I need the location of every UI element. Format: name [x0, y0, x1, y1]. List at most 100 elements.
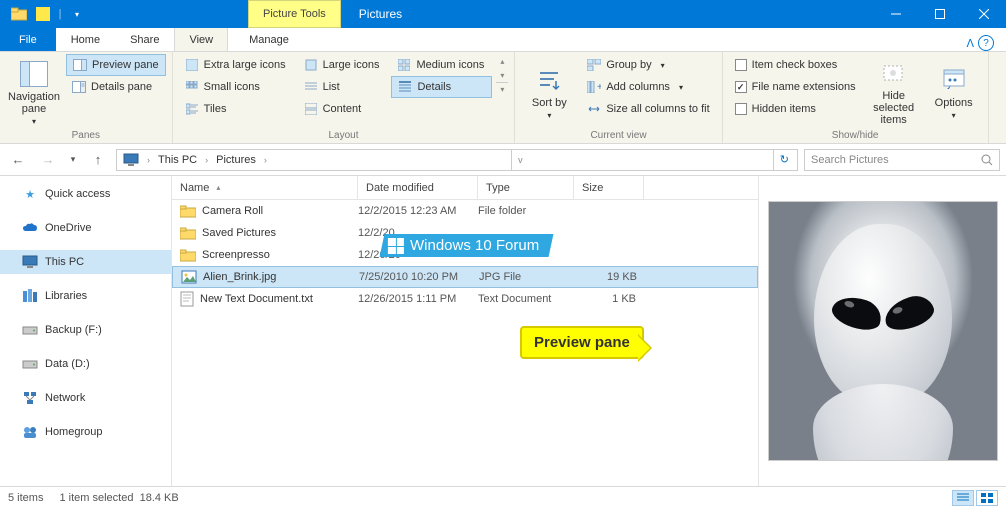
nav-homegroup[interactable]: Homegroup [0, 420, 171, 444]
layout-tiles[interactable]: Tiles [179, 98, 294, 120]
windows-logo-icon [388, 238, 404, 254]
libraries-icon [22, 288, 38, 304]
help-icon[interactable]: ? [978, 35, 994, 51]
tab-home[interactable]: Home [56, 27, 115, 51]
chevron-right-icon[interactable]: › [147, 155, 150, 165]
window-controls [874, 0, 1006, 28]
tab-file[interactable]: File [0, 27, 56, 51]
file-row[interactable]: Camera Roll 12/2/2015 12:23 AM File fold… [172, 200, 758, 222]
details-view-toggle[interactable] [952, 490, 974, 506]
preview-image [768, 201, 998, 461]
layout-large-icons[interactable]: Large icons [298, 54, 388, 76]
layout-gallery-expand[interactable]: ▾ [496, 82, 508, 96]
forward-button[interactable]: → [36, 148, 60, 172]
column-date[interactable]: Date modified [358, 176, 478, 199]
address-bar[interactable]: › This PC › Pictures › v ↻ [116, 149, 798, 171]
tab-view[interactable]: View [174, 27, 228, 51]
group-label-panes: Panes [6, 130, 166, 143]
file-extensions-toggle[interactable]: File name extensions [729, 76, 862, 98]
column-name[interactable]: Name▴ [172, 176, 358, 199]
ribbon-group-panes: Navigation pane ▾ Preview pane Details p… [0, 52, 173, 143]
layout-scroll-up[interactable]: ▴ [496, 54, 508, 68]
options-button[interactable]: Options ▾ [926, 54, 982, 126]
chevron-up-icon: ᐱ [966, 37, 974, 50]
preview-pane-button[interactable]: Preview pane [66, 54, 166, 76]
status-bar: 5 items 1 item selected 18.4 KB [0, 486, 1006, 508]
drive-icon [22, 356, 38, 372]
group-by-icon [587, 58, 601, 72]
navigation-pane: ★Quick access OneDrive This PC Libraries… [0, 176, 172, 486]
qat-dropdown[interactable]: ▾ [66, 3, 88, 25]
chevron-right-icon[interactable]: › [264, 155, 267, 165]
back-button[interactable]: ← [6, 148, 30, 172]
recent-dropdown[interactable]: ▾ [66, 148, 80, 172]
app-icon [32, 3, 54, 25]
tab-share[interactable]: Share [115, 27, 174, 51]
window-title: Pictures [341, 7, 402, 21]
chevron-down-icon: ▾ [952, 111, 956, 120]
content-area: ★Quick access OneDrive This PC Libraries… [0, 176, 1006, 486]
context-tab-picture-tools: Picture Tools [248, 0, 341, 28]
layout-medium-icons[interactable]: Medium icons [391, 54, 492, 76]
sort-asc-icon: ▴ [216, 183, 220, 192]
pc-icon[interactable] [119, 150, 143, 170]
ribbon-collapse-button[interactable]: ᐱ ? [966, 35, 1006, 51]
address-dropdown[interactable]: v [511, 150, 529, 170]
size-columns-button[interactable]: Size all columns to fit [581, 98, 715, 120]
column-headers: Name▴ Date modified Type Size [172, 176, 758, 200]
star-icon: ★ [22, 186, 38, 202]
nav-libraries[interactable]: Libraries [0, 284, 171, 308]
ribbon-group-show-hide: Item check boxes File name extensions Hi… [723, 52, 989, 143]
nav-backup-drive[interactable]: Backup (F:) [0, 318, 171, 342]
folder-icon [180, 227, 196, 240]
layout-scroll-down[interactable]: ▾ [496, 68, 508, 82]
ribbon-view: Navigation pane ▾ Preview pane Details p… [0, 52, 1006, 144]
sort-by-button[interactable]: Sort by ▾ [521, 54, 577, 126]
details-pane-icon [72, 80, 86, 94]
column-size[interactable]: Size [574, 176, 644, 199]
breadcrumb-thispc[interactable]: This PC [154, 150, 201, 170]
add-columns-button[interactable]: +Add columns▾ [581, 76, 715, 98]
nav-quick-access[interactable]: ★Quick access [0, 182, 171, 206]
details-pane-button[interactable]: Details pane [66, 76, 166, 98]
refresh-button[interactable]: ↻ [773, 150, 795, 170]
preview-pane [758, 176, 1006, 486]
checkbox-icon [735, 59, 747, 71]
tab-manage[interactable]: Manage [234, 27, 304, 51]
list-icon [304, 80, 318, 94]
hide-selected-button[interactable]: Hide selected items [866, 54, 922, 126]
nav-data-drive[interactable]: Data (D:) [0, 352, 171, 376]
up-button[interactable]: ↑ [86, 148, 110, 172]
sort-icon [534, 65, 564, 95]
layout-content[interactable]: Content [298, 98, 388, 120]
file-row[interactable]: New Text Document.txt 12/26/2015 1:11 PM… [172, 288, 758, 310]
chevron-down-icon: ▾ [547, 111, 551, 120]
layout-list[interactable]: List [298, 76, 388, 98]
layout-extra-large-icons[interactable]: Extra large icons [179, 54, 294, 76]
nav-this-pc[interactable]: This PC [0, 250, 171, 274]
nav-network[interactable]: Network [0, 386, 171, 410]
svg-text:+: + [597, 82, 601, 93]
minimize-button[interactable] [874, 0, 918, 28]
callout-annotation: Preview pane [520, 326, 644, 359]
pc-icon [22, 254, 38, 270]
layout-small-icons[interactable]: Small icons [179, 76, 294, 98]
file-row-selected[interactable]: Alien_Brink.jpg 7/25/2010 10:20 PM JPG F… [172, 266, 758, 288]
thumbnails-view-toggle[interactable] [976, 490, 998, 506]
search-box[interactable]: Search Pictures [804, 149, 1000, 171]
group-by-button[interactable]: Group by▾ [581, 54, 715, 76]
chevron-right-icon[interactable]: › [205, 155, 208, 165]
nav-onedrive[interactable]: OneDrive [0, 216, 171, 240]
maximize-button[interactable] [918, 0, 962, 28]
status-item-count: 5 items [8, 492, 43, 504]
navigation-pane-button[interactable]: Navigation pane ▾ [6, 54, 62, 126]
close-button[interactable] [962, 0, 1006, 28]
ribbon-group-layout: Extra large icons Large icons Medium ico… [173, 52, 516, 143]
small-icons-icon [185, 80, 199, 94]
item-checkboxes-toggle[interactable]: Item check boxes [729, 54, 862, 76]
layout-details[interactable]: Details [391, 76, 492, 98]
navigation-bar: ← → ▾ ↑ › This PC › Pictures › v ↻ Searc… [0, 144, 1006, 176]
hidden-items-toggle[interactable]: Hidden items [729, 98, 862, 120]
breadcrumb-pictures[interactable]: Pictures [212, 150, 260, 170]
column-type[interactable]: Type [478, 176, 574, 199]
